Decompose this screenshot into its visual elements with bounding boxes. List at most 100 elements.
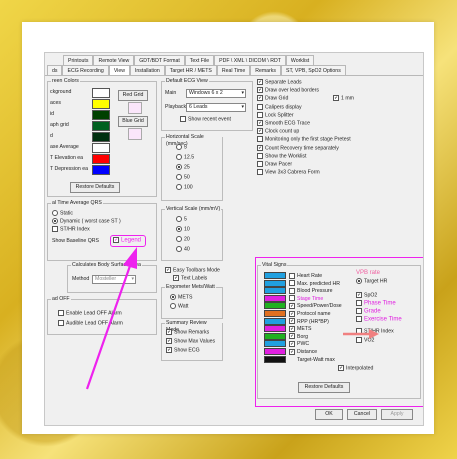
- screen-colors-group: reen Colors ckground aces id aph grid d ase A…: [47, 78, 157, 197]
- vital-right-1[interactable]: Target HR: [356, 278, 387, 285]
- color-swatch-1[interactable]: [92, 99, 110, 109]
- color-swatch-5[interactable]: [92, 143, 110, 153]
- show-recent-checkbox[interactable]: Show recent event: [180, 116, 231, 123]
- color-swatch-4[interactable]: [92, 132, 110, 142]
- view-option-11[interactable]: View 3x3 Cabrera Form: [257, 169, 320, 176]
- vital-check-9: ✔: [289, 340, 295, 347]
- restore-colors-button[interactable]: Restore Defaults: [70, 182, 120, 193]
- blue-grid-preview: [128, 128, 142, 140]
- vscale-radio-2[interactable]: 20: [176, 236, 190, 243]
- vital-row-5[interactable]: ✔ Protocol name: [264, 310, 330, 317]
- draw-grid-mm-checkbox[interactable]: ✔ 1 mm: [333, 95, 354, 102]
- vital-right-0[interactable]: VPB rate: [356, 270, 380, 277]
- vital-row-3[interactable]: Stage Time: [264, 294, 323, 302]
- color-swatch-7[interactable]: [92, 165, 110, 175]
- vital-row-11[interactable]: Target-Watt max: [264, 355, 335, 363]
- text-labels-checkbox[interactable]: ✔ Text Labels: [173, 275, 207, 282]
- view-option-9[interactable]: Show the Worklist: [257, 152, 306, 160]
- vital-swatch-7[interactable]: [264, 325, 286, 333]
- summary-checkbox-1[interactable]: ✔ Show Max Values: [166, 338, 215, 345]
- vital-swatch-0[interactable]: [264, 272, 286, 279]
- vital-row-0[interactable]: Heart Rate: [264, 272, 322, 279]
- color-swatch-3[interactable]: [92, 121, 110, 131]
- mets-radio[interactable]: METS: [170, 294, 192, 301]
- watt-radio[interactable]: Watt: [170, 303, 188, 310]
- playback-select[interactable]: 6 Leads: [186, 103, 246, 112]
- hscale-radio-2[interactable]: 25: [176, 164, 190, 171]
- vital-row-2[interactable]: Blood Pressure: [264, 287, 332, 295]
- view-option-mark-0: ✔: [257, 79, 263, 85]
- vital-signs-title: Vital Signs: [261, 262, 288, 269]
- view-option-8[interactable]: ✔ Count Recovery time separately: [257, 144, 339, 152]
- summary-checkbox-2[interactable]: ✔ Show ECG: [166, 347, 200, 354]
- view-option-mark-6: ✔: [257, 128, 263, 135]
- apply-button[interactable]: Apply: [381, 409, 413, 420]
- color-label-5: ase Average: [50, 144, 79, 150]
- view-option-5[interactable]: ✔ Smooth ECG Trace: [257, 120, 310, 127]
- view-option-mark-7: [257, 136, 263, 143]
- vital-swatch-8[interactable]: [264, 332, 286, 340]
- vital-right-5[interactable]: Exercise Time: [356, 316, 402, 323]
- summary-checkbox-0[interactable]: ✔ Show Remarks: [166, 329, 209, 336]
- hscale-radio-1[interactable]: 12.5: [176, 154, 194, 161]
- main-view-select[interactable]: Windows 6 x 2: [186, 89, 246, 98]
- vscale-radio-label-0: 5: [184, 216, 187, 223]
- view-option-1[interactable]: ✔ Draw over lead borders: [257, 87, 319, 94]
- blue-grid-button[interactable]: Blue Grid: [118, 116, 148, 127]
- view-option-mark-1: ✔: [257, 87, 263, 94]
- color-swatch-6[interactable]: [92, 154, 110, 164]
- view-option-10[interactable]: Draw Pacer: [257, 161, 292, 168]
- show-recent-label: Show recent event: [188, 116, 231, 123]
- vital-right-2[interactable]: ✔ SpO2: [356, 292, 377, 299]
- st-hr-index-checkbox[interactable]: ST/HR Index: [52, 226, 90, 233]
- vital-row-1[interactable]: Max. predicted HR: [264, 279, 340, 287]
- view-option-7[interactable]: Monitoring only the first stage Pretest: [257, 136, 351, 143]
- vscale-radio-1[interactable]: 10: [176, 226, 190, 233]
- summary-review-group: Summary Review Mode ✔ Show Remarks ✔ Show M…: [161, 320, 223, 361]
- vital-row-6[interactable]: ✔ RPP (HR*BP): [264, 317, 329, 325]
- hscale-radio-0[interactable]: 5: [176, 144, 187, 151]
- view-option-3[interactable]: Calipers display: [257, 103, 302, 111]
- vital-swatch-6[interactable]: [264, 317, 286, 325]
- vital-row-7[interactable]: ✔ METS: [264, 325, 311, 333]
- cancel-button[interactable]: Cancel: [347, 409, 377, 420]
- vital-swatch-5[interactable]: [264, 310, 286, 317]
- color-label-1: aces: [50, 100, 61, 106]
- vital-swatch-4[interactable]: [264, 302, 286, 310]
- restore-vital-button[interactable]: Restore Defaults: [298, 382, 350, 393]
- hscale-radio-3[interactable]: 50: [176, 174, 190, 181]
- vscale-radio-0[interactable]: 5: [176, 216, 187, 223]
- vital-swatch-3[interactable]: [264, 294, 286, 302]
- vital-swatch-10[interactable]: [264, 348, 286, 355]
- vscale-radio-3[interactable]: 40: [176, 246, 190, 253]
- vital-row-4[interactable]: ✔ Speed/Power/Dose: [264, 302, 342, 310]
- view-option-6[interactable]: ✔ Clock count up: [257, 128, 299, 135]
- vital-check-1: [289, 280, 295, 287]
- vital-row-8[interactable]: ✔ Borg: [264, 332, 308, 340]
- vital-swatch-1[interactable]: [264, 279, 286, 287]
- static-radio[interactable]: Static: [52, 210, 73, 217]
- default-view-group: Default ECG View Main Windows 6 x 2 Play…: [161, 78, 253, 131]
- color-swatch-0[interactable]: [92, 88, 110, 98]
- vscale-radio-mark-0: [176, 216, 182, 222]
- vital-swatch-11[interactable]: [264, 355, 286, 363]
- vital-check-4: ✔: [289, 302, 295, 309]
- dynamic-radio[interactable]: Dynamic ( worst case ST ): [52, 218, 121, 225]
- vital-right-3[interactable]: Phase Time: [356, 300, 396, 307]
- color-swatch-2[interactable]: [92, 110, 110, 120]
- hscale-radio-label-2: 25: [184, 164, 190, 171]
- vital-row-10[interactable]: ✔ Distance: [264, 348, 317, 355]
- interpolated-checkbox[interactable]: ✔ Interpolated: [338, 365, 373, 372]
- vital-swatch-2[interactable]: [264, 287, 286, 295]
- vital-right-4[interactable]: Grade: [356, 308, 381, 315]
- view-option-0[interactable]: ✔ Separate Leads: [257, 79, 302, 86]
- red-grid-button[interactable]: Red Grid: [118, 90, 148, 101]
- view-option-4[interactable]: Lock Splitter: [257, 111, 294, 119]
- ok-button[interactable]: OK: [315, 409, 343, 420]
- hscale-radio-4[interactable]: 100: [176, 184, 193, 191]
- vital-row-9[interactable]: ✔ PWC: [264, 340, 309, 348]
- easy-toolbars-checkbox[interactable]: ✔ Easy Toolbars Mode: [165, 267, 220, 274]
- view-option-2[interactable]: ✔ Draw Grid: [257, 95, 288, 102]
- view-option-mark-10: [257, 161, 263, 167]
- vital-swatch-9[interactable]: [264, 340, 286, 348]
